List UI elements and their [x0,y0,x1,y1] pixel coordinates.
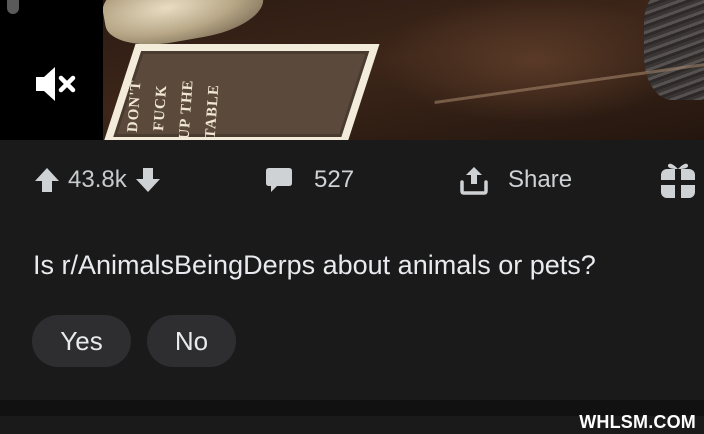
poll-question: Is r/AnimalsBeingDerps about animals or … [33,250,596,280]
video-scrub-handle[interactable] [7,0,19,14]
table-sign: DON'T FUCK UP THE TABLE [103,44,380,140]
mute-button[interactable] [0,0,103,140]
share-button[interactable]: Share [458,162,572,198]
video-player[interactable]: DON'T FUCK UP THE TABLE [0,0,704,140]
sign-line-4: TABLE [202,83,223,140]
share-label: Share [508,166,573,193]
arrow-down-icon[interactable] [135,166,161,194]
award-button[interactable] [660,162,696,198]
arrow-up-icon[interactable] [34,166,60,194]
post-card: DON'T FUCK UP THE TABLE 43.8k 527 Share … [0,0,704,434]
table-sign-panel: DON'T FUCK UP THE TABLE [113,51,370,140]
video-cat-fur [644,0,704,100]
poll-option-yes[interactable]: Yes [32,315,131,367]
vote-control: 43.8k [34,162,161,198]
vote-count: 43.8k [68,166,127,193]
poll-option-no[interactable]: No [147,315,236,367]
watermark: WHLSM.COM [579,412,696,432]
gift-icon [661,163,695,198]
volume-muted-icon[interactable] [34,64,78,104]
share-upload-icon [460,167,488,195]
table-sign-text: DON'T FUCK UP THE TABLE [119,0,235,140]
comments-button[interactable]: 527 [264,162,354,198]
comment-count: 527 [314,166,355,193]
comment-bubble-icon [266,168,292,192]
post-action-bar: 43.8k 527 Share [0,140,704,220]
